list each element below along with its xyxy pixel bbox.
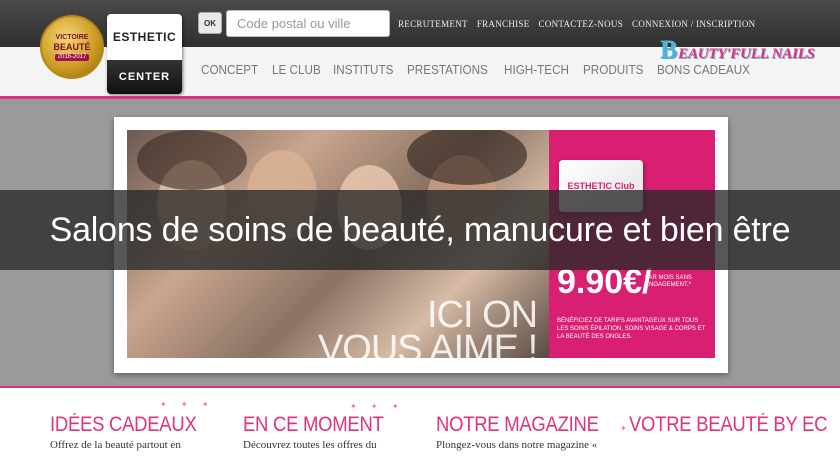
nav-le-club[interactable]: LE CLUB [272,62,321,77]
award-line3: 2016-2017 [54,53,90,61]
award-line1: VICTOIRE [55,33,89,41]
search-ok-button[interactable]: OK [198,12,222,34]
nav-produits[interactable]: PRODUITS [583,62,643,77]
award-line2: BEAUTÉ [53,41,91,52]
hero-slogan-line1: ICI ON [427,294,538,336]
page-title-banner: Salons de soins de beauté, manucure et b… [0,190,840,270]
esthetic-center-logo[interactable]: ESTHETIC CENTER [107,14,182,94]
price-terms: PAR MOIS SANS ENGAGEMENT.* [645,275,692,288]
site-header: VICTOIRE BEAUTÉ 2016-2017 ESTHETIC CENTE… [0,0,840,99]
hero-photo-shade [407,130,527,185]
column-votre-beaute[interactable]: VOTRE BEAUTÉ BY EC [629,413,829,439]
link-recrutement[interactable]: RECRUTEMENT [398,19,468,29]
award-badge: VICTOIRE BEAUTÉ 2016-2017 [40,15,104,79]
column-text: Découvrez toutes les offres du [243,439,377,451]
club-price: 9.90€/ [557,265,652,299]
page-title: Salons de soins de beauté, manucure et b… [49,210,791,249]
feature-columns: ✦ ✦ ✦ ✦ ✦ ✦ ✦ ✦ IDÉES CADEAUX Offrez de … [0,388,840,460]
beautyfullnails-logo[interactable]: BEAUTY'FULL NAILS [660,28,820,72]
sparkle-decoration: ✦ ✦ ✦ [160,400,215,409]
link-franchise[interactable]: FRANCHISE [477,19,530,29]
nav-high-tech[interactable]: HIGH-TECH [504,62,569,77]
column-en-ce-moment[interactable]: EN CE MOMENT Découvrez toutes les offres… [243,413,418,451]
nav-instituts[interactable]: INSTITUTS [333,62,393,77]
column-idees-cadeaux[interactable]: IDÉES CADEAUX Offrez de la beauté partou… [50,413,225,451]
postal-code-search-input[interactable] [226,10,390,37]
sparkle-decoration: ✦ ✦ ✦ [350,402,405,411]
hero-photo-shade [137,130,247,190]
club-benefits: BÉNÉFICIEZ DE TARIFS AVANTAGEUX SUR TOUS… [557,318,706,340]
logo-top-text: ESTHETIC [107,14,182,60]
column-title: IDÉES CADEAUX [50,413,197,436]
column-title: VOTRE BEAUTÉ BY EC [629,413,828,436]
logo-bottom-text: CENTER [107,60,182,94]
beautyfullnails-logo-rest: EAUTY'FULL NAILS [678,46,815,62]
column-text: Plongez-vous dans notre magazine « [436,439,598,451]
link-contact[interactable]: CONTACTEZ-NOUS [539,19,623,29]
column-notre-magazine[interactable]: NOTRE MAGAZINE Plongez-vous dans notre m… [436,413,611,451]
column-text: Offrez de la beauté partout en [50,439,181,451]
column-title: NOTRE MAGAZINE [436,413,599,436]
hero-slogan-line2: VOUS AIME ! [317,328,538,358]
nav-concept[interactable]: CONCEPT [201,62,258,77]
header-divider [0,96,840,99]
column-title: EN CE MOMENT [243,413,384,436]
beautyfullnails-logo-text: BEAUTY'FULL NAILS [660,35,815,65]
nav-prestations[interactable]: PRESTATIONS [407,62,488,77]
beautyfullnails-logo-initial: B [660,35,678,64]
hero-slogan: ICI ON VOUS AIME ! [318,294,538,358]
